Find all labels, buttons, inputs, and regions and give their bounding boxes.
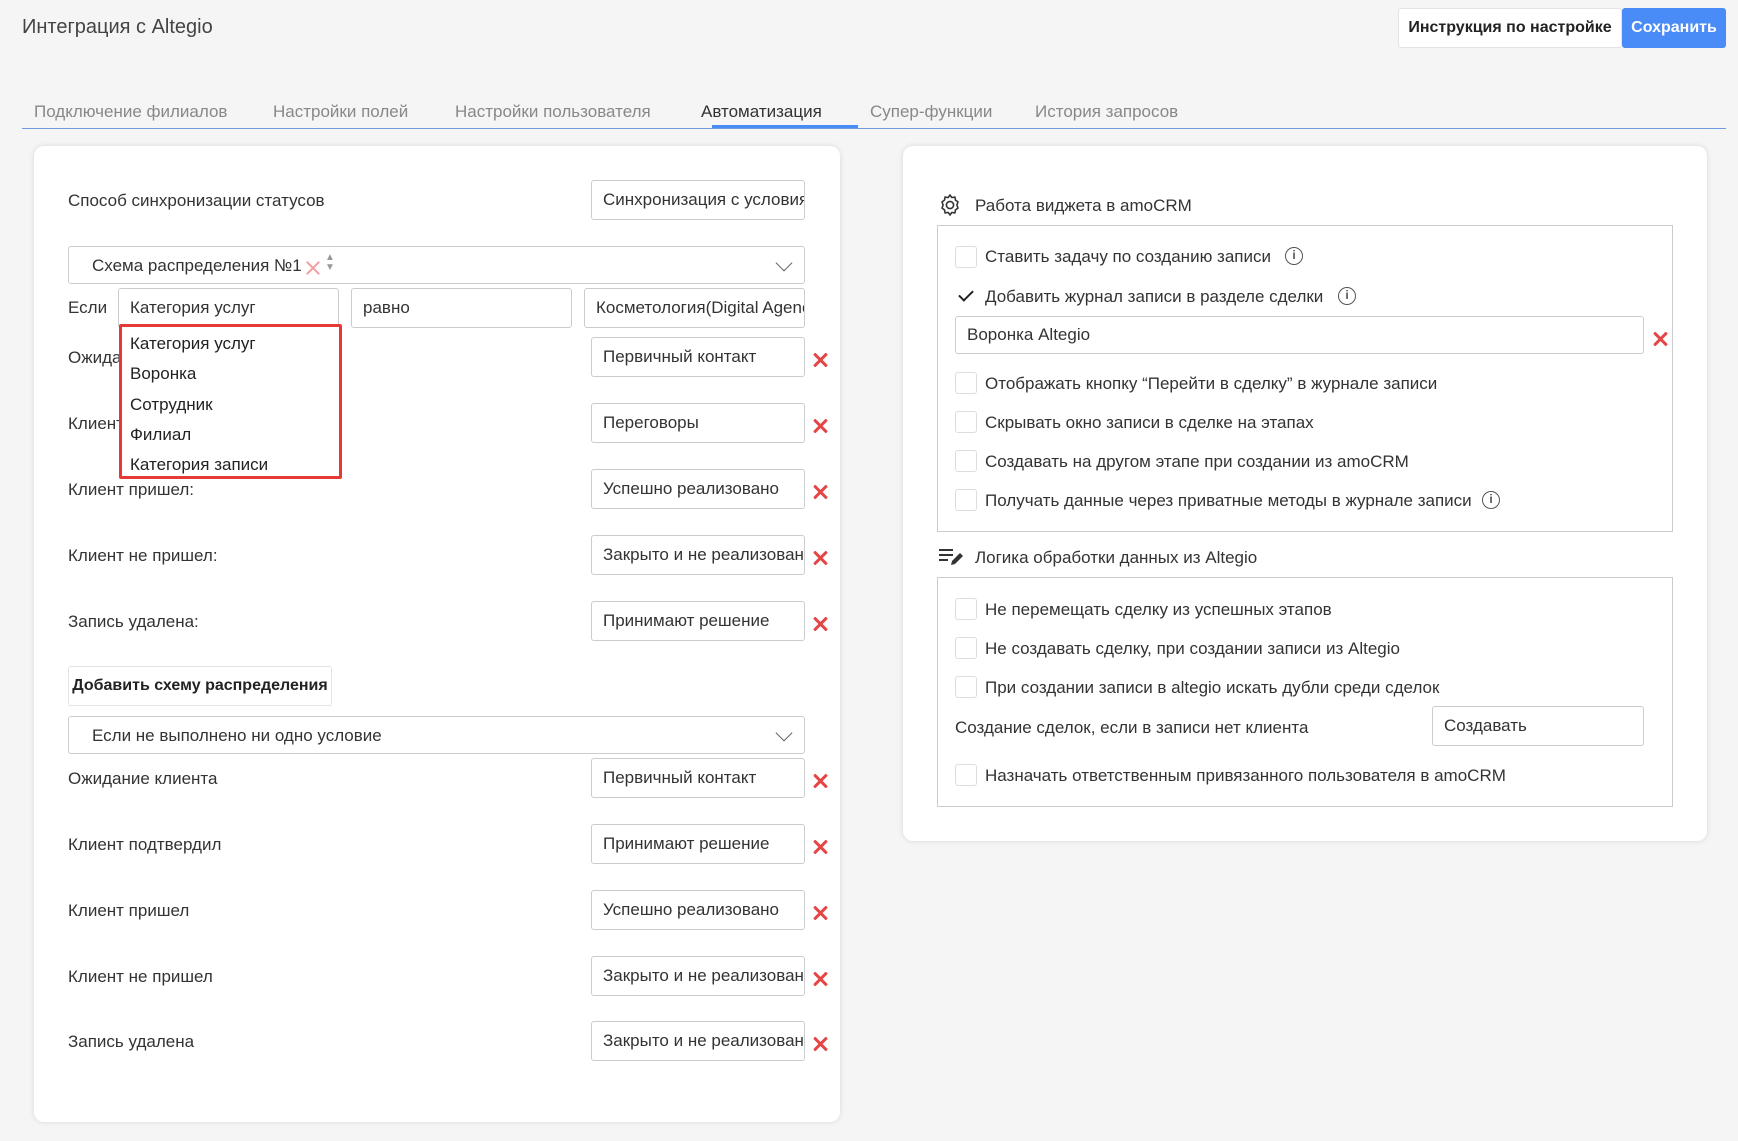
chevron-down-icon [775,724,793,742]
scheme-row-value[interactable]: Закрыто и не реализовано [591,535,805,575]
delete-icon[interactable] [810,482,830,502]
add-scheme-button[interactable]: Добавить схему распределения [68,666,332,706]
scheme-row-value[interactable]: Успешно реализовано [591,469,805,509]
scheme-row-label: Клиент пришел: [68,480,194,499]
scheme-row-value[interactable]: Принимают решение [591,601,805,641]
fallback-row-value[interactable]: Закрыто и не реализовано [591,1021,805,1061]
delete-icon[interactable] [810,837,830,857]
tab-branches[interactable]: Подключение филиалов [34,102,227,122]
no-move-checkbox[interactable] [955,598,977,620]
save-button[interactable]: Сохранить [1622,8,1726,48]
no-create-checkbox[interactable] [955,637,977,659]
dropdown-option[interactable]: Филиал [130,425,191,445]
private-methods-checkbox-label: Получать данные через приватные методы в… [985,491,1472,510]
hide-window-checkbox[interactable] [955,411,977,433]
fallback-row-value[interactable]: Принимают решение [591,824,805,864]
fallback-row-value[interactable]: Успешно реализовано [591,890,805,930]
fallback-row-label: Ожидание клиента [68,769,218,788]
no-client-select[interactable]: Создавать [1432,706,1644,746]
tab-field-settings[interactable]: Настройки полей [273,102,408,122]
fallback-row-value[interactable]: Закрыто и не реализовано [591,956,805,996]
active-tab-indicator [712,125,858,128]
scheme-select-value: Схема распределения №1 [92,256,302,275]
tab-request-history[interactable]: История запросов [1035,102,1178,122]
edit-list-icon [939,549,963,565]
no-client-label: Создание сделок, если в записи нет клиен… [955,718,1309,737]
task-checkbox-label: Ставить задачу по созданию записи [985,247,1271,266]
assign-checkbox[interactable] [955,764,977,786]
info-icon[interactable]: i [1482,491,1500,509]
info-icon[interactable]: i [1338,287,1356,305]
dropdown-option[interactable]: Категория услуг [130,334,256,354]
clear-scheme-icon[interactable] [303,258,321,276]
condition-operator-select[interactable]: равно [351,288,572,328]
sort-arrows-icon[interactable]: ▲ ▼ [325,253,335,273]
tab-user-settings[interactable]: Настройки пользователя [455,102,651,122]
scheme-row-label: Запись удалена: [68,612,199,631]
delete-icon[interactable] [1650,329,1670,349]
page-title: Интеграция с Altegio [22,16,213,38]
info-icon[interactable]: i [1285,247,1303,265]
other-stage-checkbox-label: Создавать на другом этапе при создании и… [985,452,1409,471]
instruction-button[interactable]: Инструкция по настройке [1398,8,1622,48]
sync-method-label: Способ синхронизации статусов [68,191,325,210]
delete-icon[interactable] [810,1034,830,1054]
fallback-row-label: Клиент не пришел [68,967,213,986]
other-stage-checkbox[interactable] [955,450,977,472]
go-to-deal-checkbox[interactable] [955,372,977,394]
fallback-row-label: Клиент подтвердил [68,835,222,854]
scheme-row-value[interactable]: Переговоры [591,403,805,443]
duplicates-checkbox-label: При создании записи в altegio искать дуб… [985,678,1440,697]
scheme-row-label: Клиент не пришел: [68,546,218,565]
delete-icon[interactable] [810,771,830,791]
scheme-select[interactable]: Схема распределения №1 ▲ ▼ [68,246,805,284]
tab-super-functions[interactable]: Супер-функции [870,102,992,122]
fallback-row-label: Запись удалена [68,1032,195,1051]
delete-icon[interactable] [810,416,830,436]
assign-checkbox-label: Назначать ответственным привязанного пол… [985,766,1506,785]
logic-section-title: Логика обработки данных из Altegio [975,548,1258,567]
delete-icon[interactable] [810,969,830,989]
fallback-row-value[interactable]: Первичный контакт [591,758,805,798]
dropdown-option[interactable]: Категория записи [130,455,268,475]
delete-icon[interactable] [810,548,830,568]
private-methods-checkbox[interactable] [955,489,977,511]
delete-icon[interactable] [810,903,830,923]
dropdown-option[interactable]: Сотрудник [130,395,213,415]
if-label: Если [68,298,108,317]
go-to-deal-checkbox-label: Отображать кнопку “Перейти в сделку” в ж… [985,374,1438,393]
condition-field-dropdown: Категория услуг Воронка Сотрудник Филиал… [119,324,342,479]
fallback-select-value: Если не выполнено ни одно условие [92,726,382,745]
chevron-down-icon [775,254,793,272]
sync-method-select[interactable]: Синхронизация с условиями [591,180,805,220]
no-create-checkbox-label: Не создавать сделку, при создании записи… [985,639,1400,658]
task-checkbox[interactable] [955,246,977,268]
condition-value-select[interactable]: Косметология(Digital Agency) [584,288,805,328]
hide-window-checkbox-label: Скрывать окно записи в сделке на этапах [985,413,1314,432]
journal-checkbox[interactable] [955,285,977,307]
delete-icon[interactable] [810,350,830,370]
widget-section-title: Работа виджета в amoCRM [975,196,1192,215]
journal-checkbox-label: Добавить журнал записи в разделе сделки [985,287,1324,306]
tab-automation[interactable]: Автоматизация [701,102,822,122]
no-move-checkbox-label: Не перемещать сделку из успешных этапов [985,600,1332,619]
condition-field-select[interactable]: Категория услуг [118,288,339,328]
fallback-select[interactable]: Если не выполнено ни одно условие [68,716,805,754]
duplicates-checkbox[interactable] [955,676,977,698]
dropdown-option[interactable]: Воронка [130,364,196,384]
delete-icon[interactable] [810,614,830,634]
tab-bar: Подключение филиалов Настройки полей Нас… [22,96,1726,129]
scheme-row-value[interactable]: Первичный контакт [591,337,805,377]
fallback-row-label: Клиент пришел [68,901,190,920]
gear-icon [941,194,959,216]
pipeline-select[interactable]: Воронка Altegio [955,316,1644,354]
